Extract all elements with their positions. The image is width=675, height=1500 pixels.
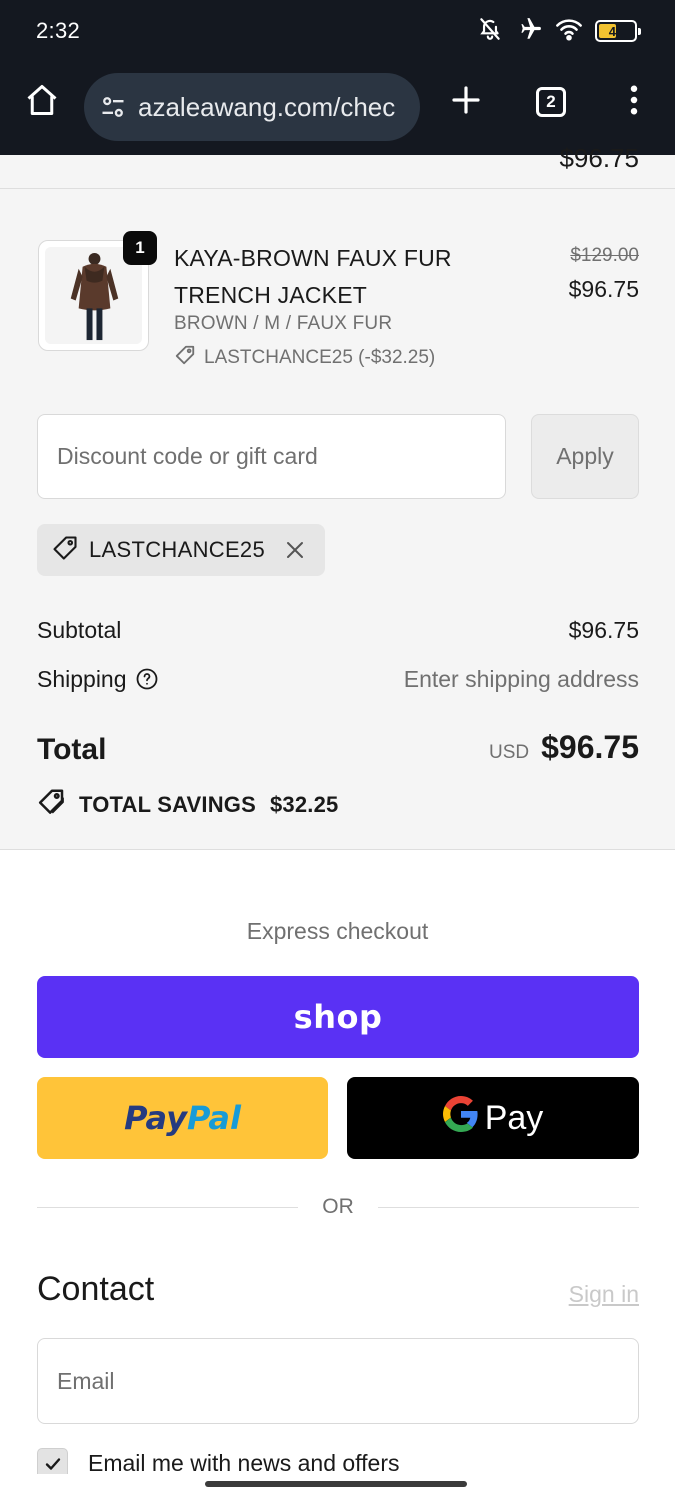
shipping-value: Enter shipping address — [403, 666, 639, 692]
or-divider: OR — [37, 1193, 639, 1221]
total-amount: $96.75 — [541, 729, 639, 765]
close-icon — [287, 542, 303, 558]
product-title: KAYA-BROWN FAUX FUR TRENCH JACKET — [174, 245, 452, 308]
shipping-label: Shipping — [37, 666, 127, 692]
shipping-row: Shipping — [37, 666, 159, 693]
airplane-icon — [515, 16, 543, 47]
home-icon — [24, 82, 60, 123]
total-currency: USD — [489, 742, 530, 763]
more-icon — [629, 85, 639, 120]
remove-code-button[interactable] — [283, 538, 307, 562]
status-bar: 2:32 44 — [0, 0, 675, 62]
email-field[interactable] — [37, 1338, 639, 1424]
tab-count: 2 — [546, 92, 556, 111]
subtotal-value: $96.75 — [568, 617, 639, 643]
divider — [0, 188, 675, 189]
product-variant: BROWN / M / FAUX FUR — [174, 313, 393, 334]
google-pay-label: Pay — [484, 1098, 544, 1137]
total-value: USD $96.75 — [489, 729, 639, 766]
home-indicator[interactable] — [205, 1481, 467, 1487]
shop-pay-button[interactable]: shop — [37, 976, 639, 1058]
battery-icon: 44 — [595, 20, 641, 42]
navigation-bar — [0, 1474, 675, 1500]
scrolled-total-price: $96.75 — [559, 143, 639, 173]
google-g-icon — [442, 1095, 479, 1141]
express-checkout-title: Express checkout — [246, 918, 429, 944]
home-button[interactable] — [16, 76, 68, 128]
site-settings-icon[interactable] — [98, 92, 128, 122]
savings-label: TOTAL SAVINGS — [79, 792, 256, 817]
apply-button[interactable]: Apply — [531, 414, 639, 499]
new-tab-button[interactable] — [440, 76, 492, 128]
tabs-button[interactable]: 2 — [525, 76, 577, 128]
bell-off-icon — [477, 16, 503, 47]
new-tab-icon — [450, 84, 482, 121]
more-button[interactable] — [608, 76, 660, 128]
total-savings: TOTAL SAVINGS $32.25 — [37, 787, 339, 823]
applied-code-chip: LASTCHANCE25 — [37, 524, 325, 576]
savings-tag-icon — [37, 787, 67, 823]
savings-amount: $32.25 — [270, 792, 339, 817]
status-icons: 44 — [477, 16, 641, 47]
contact-heading: Contact — [37, 1270, 155, 1308]
applied-code-label: LASTCHANCE25 — [89, 537, 265, 562]
total-label: Total — [37, 733, 107, 766]
newsletter-label: Email me with news and offers — [88, 1450, 400, 1476]
tag-icon — [174, 344, 196, 372]
sign-in-link[interactable]: Sign in — [569, 1281, 639, 1308]
paypal-logo-pal: Pal — [186, 1099, 241, 1137]
checkmark-icon — [45, 1457, 60, 1470]
help-icon[interactable] — [135, 667, 159, 691]
browser-toolbar: azaleawang.com/chec 2 — [0, 62, 675, 155]
subtotal-label: Subtotal — [37, 617, 122, 643]
url-text: azaleawang.com/chec — [138, 91, 396, 122]
status-time: 2:32 — [36, 18, 81, 43]
address-bar[interactable]: azaleawang.com/chec — [84, 73, 420, 141]
product-discount: LASTCHANCE25 (-$32.25) — [174, 344, 435, 372]
tabs-icon: 2 — [536, 87, 566, 117]
wifi-icon — [555, 17, 583, 46]
tag-icon — [51, 534, 79, 567]
product-price: $96.75 — [568, 276, 639, 302]
paypal-logo-pay: Pay — [124, 1099, 187, 1137]
quantity-badge: 1 — [123, 231, 157, 265]
quantity-value: 1 — [135, 238, 145, 257]
google-pay-button[interactable]: Pay — [347, 1077, 639, 1159]
original-price: $129.00 — [570, 245, 639, 266]
order-summary: $96.75 1 KAYA-BROWN FAUX FUR TRENCH JACK… — [0, 143, 675, 850]
or-label: OR — [322, 1195, 354, 1218]
product-discount-text: LASTCHANCE25 (-$32.25) — [204, 347, 436, 368]
product-thumbnail: 1 — [38, 231, 157, 351]
paypal-button[interactable]: PayPal — [37, 1077, 328, 1159]
battery-level: 44 — [608, 23, 624, 39]
discount-code-input[interactable] — [37, 414, 506, 499]
